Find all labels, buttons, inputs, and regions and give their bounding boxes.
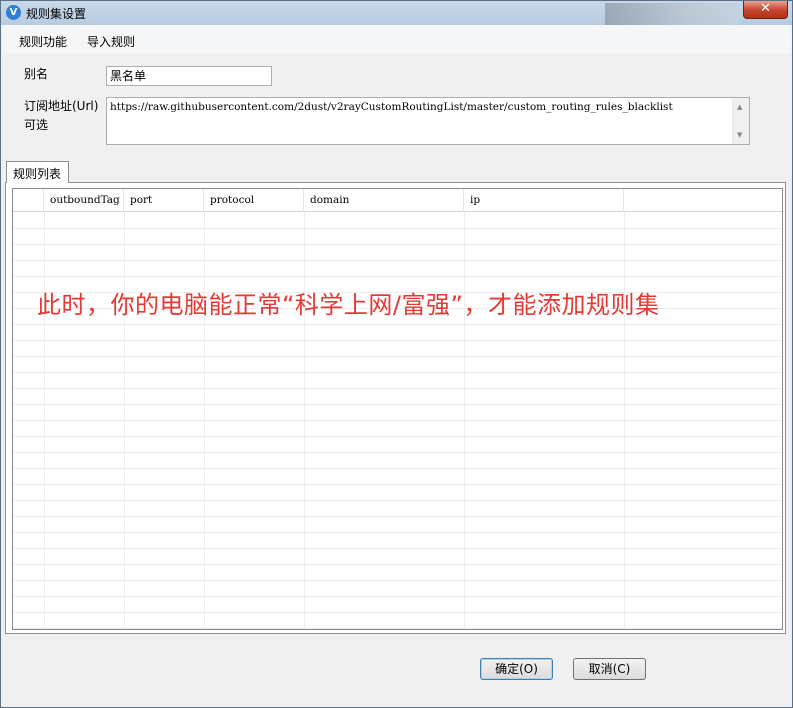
grid-column-line bbox=[44, 212, 45, 629]
rules-grid[interactable]: outboundTag port protocol domain ip bbox=[12, 188, 783, 630]
dialog-content: 别名 黑名单 订阅地址(Url) 可选 https://raw.githubus… bbox=[2, 53, 791, 707]
grid-column-line bbox=[204, 212, 205, 629]
grid-row-line bbox=[13, 516, 782, 517]
alias-input[interactable]: 黑名单 bbox=[106, 66, 272, 86]
grid-column-line bbox=[304, 212, 305, 629]
column-protocol[interactable]: protocol bbox=[204, 189, 304, 212]
grid-row-line bbox=[13, 260, 782, 261]
grid-row-line bbox=[13, 548, 782, 549]
menu-import-rules[interactable]: 导入规则 bbox=[87, 33, 135, 50]
background-window-strip bbox=[605, 3, 740, 25]
app-logo-icon: V bbox=[6, 5, 21, 20]
scroll-down-icon[interactable]: ▼ bbox=[737, 131, 742, 139]
dialog-window: V 规则集设置 ✕ 规则功能 导入规则 别名 黑名单 订阅地址(Url) 可选 … bbox=[0, 0, 793, 708]
grid-row-line bbox=[13, 452, 782, 453]
grid-row-line bbox=[13, 612, 782, 613]
grid-row-line bbox=[13, 436, 782, 437]
grid-row-line bbox=[13, 500, 782, 501]
grid-row-line bbox=[13, 564, 782, 565]
grid-column-line bbox=[464, 212, 465, 629]
rule-list-panel: outboundTag port protocol domain ip bbox=[5, 182, 786, 634]
url-label: 订阅地址(Url) bbox=[24, 99, 99, 113]
grid-header: outboundTag port protocol domain ip bbox=[13, 189, 782, 212]
grid-row-line bbox=[13, 244, 782, 245]
url-optional-label: 可选 bbox=[24, 118, 49, 132]
tab-rule-list[interactable]: 规则列表 bbox=[6, 161, 69, 183]
window-title: 规则集设置 bbox=[26, 7, 87, 21]
grid-row-line bbox=[13, 324, 782, 325]
url-scrollbar[interactable]: ▲ ▼ bbox=[732, 98, 749, 144]
url-text: https://raw.githubusercontent.com/2dust/… bbox=[110, 101, 673, 113]
grid-row-line bbox=[13, 228, 782, 229]
column-domain[interactable]: domain bbox=[304, 189, 464, 212]
grid-row-line bbox=[13, 276, 782, 277]
grid-row-line bbox=[13, 580, 782, 581]
grid-row-line bbox=[13, 596, 782, 597]
row-header-cell bbox=[13, 189, 44, 212]
grid-row-line bbox=[13, 340, 782, 341]
grid-column-line bbox=[124, 212, 125, 629]
column-outboundtag[interactable]: outboundTag bbox=[44, 189, 124, 212]
grid-row-line bbox=[13, 628, 782, 629]
red-annotation-text: 此时，你的电脑能正常“科学上网/富强”，才能添加规则集 bbox=[37, 291, 660, 319]
grid-row-line bbox=[13, 404, 782, 405]
grid-column-line bbox=[624, 212, 625, 629]
grid-row-line bbox=[13, 356, 782, 357]
cancel-button[interactable]: 取消(C) bbox=[573, 658, 646, 680]
grid-row-line bbox=[13, 372, 782, 373]
column-port[interactable]: port bbox=[124, 189, 204, 212]
ok-button[interactable]: 确定(O) bbox=[480, 658, 553, 680]
url-textarea[interactable]: https://raw.githubusercontent.com/2dust/… bbox=[106, 97, 750, 145]
grid-row-line bbox=[13, 484, 782, 485]
grid-row-line bbox=[13, 388, 782, 389]
menu-rule-functions[interactable]: 规则功能 bbox=[19, 33, 67, 50]
alias-label: 别名 bbox=[24, 67, 49, 81]
grid-row-line bbox=[13, 532, 782, 533]
grid-row-line bbox=[13, 468, 782, 469]
title-bar[interactable]: V 规则集设置 ✕ bbox=[1, 1, 792, 25]
scroll-up-icon[interactable]: ▲ bbox=[737, 103, 742, 111]
close-button[interactable]: ✕ bbox=[743, 1, 788, 19]
menu-bar: 规则功能 导入规则 bbox=[2, 25, 791, 53]
grid-row-line bbox=[13, 420, 782, 421]
column-ip[interactable]: ip bbox=[464, 189, 624, 212]
